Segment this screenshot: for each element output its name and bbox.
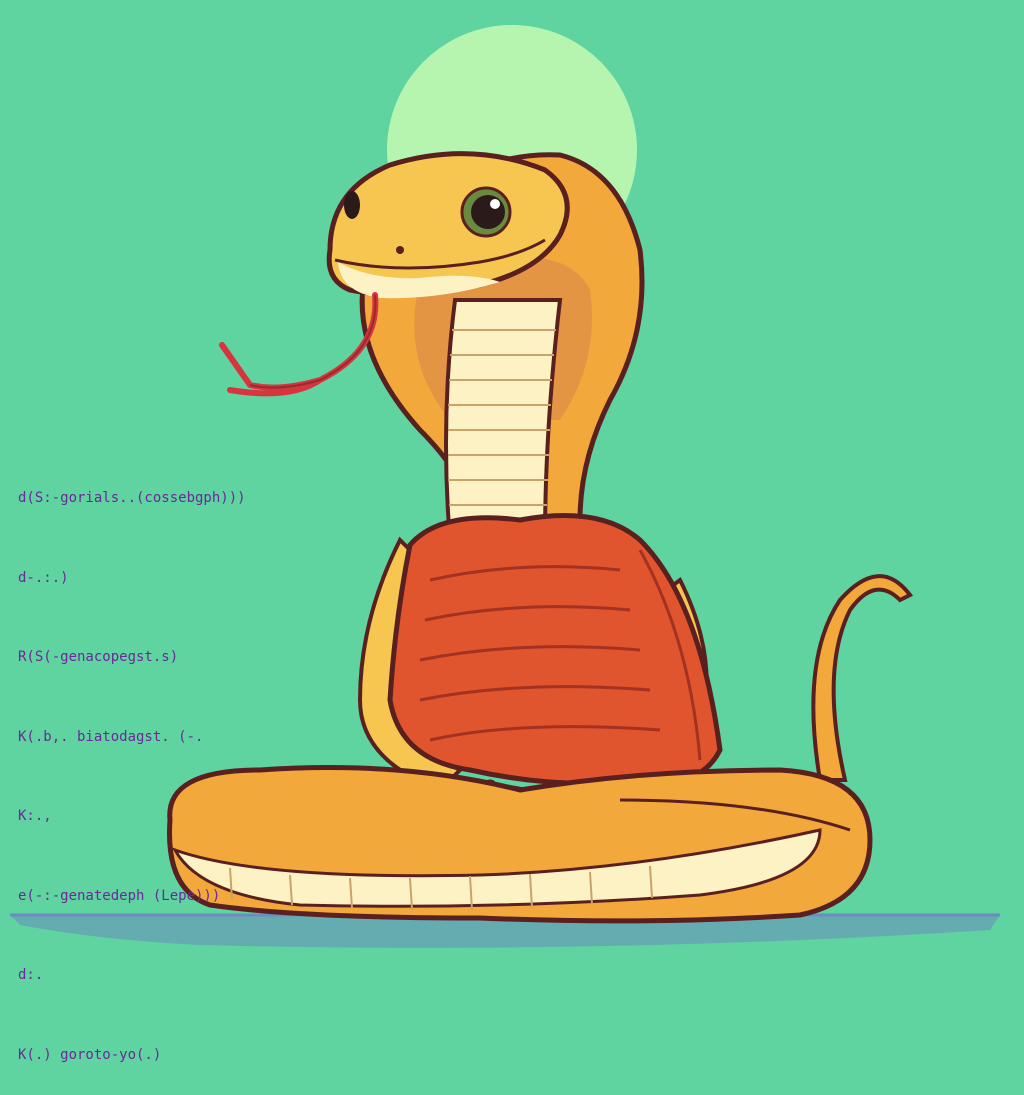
code-line: d-.:.) (18, 569, 69, 586)
nostril (396, 246, 404, 254)
code-line: d(S:-gorials..(cossebgph))) (18, 490, 246, 506)
code-line: e(-:-genatedeph (Lepe))) (18, 887, 221, 904)
code-text-block: d(S:-gorials..(cossebgph))) d-.:.) R(S(-… (18, 432, 378, 1095)
code-line: d:. (18, 967, 44, 983)
eye-left-icon (344, 191, 360, 219)
code-line: K(.b,. biatodagst. (-. (18, 728, 204, 745)
code-line: K:., (18, 808, 52, 824)
code-line: K(.) goroto-yo(.) (18, 1046, 162, 1063)
code-line: R(S(-genacopegst.s) (18, 649, 179, 665)
pupil-right (471, 195, 505, 229)
eye-glint (490, 199, 500, 209)
